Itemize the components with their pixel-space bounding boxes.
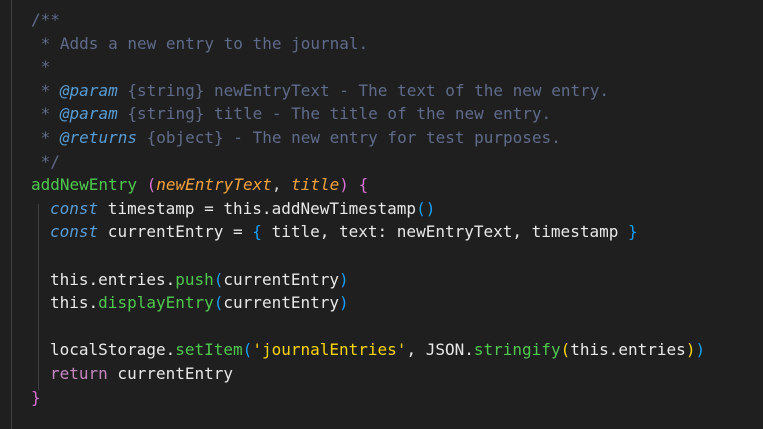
- code-token: @returns: [59, 127, 137, 147]
- code-token: ): [695, 340, 706, 360]
- code-line[interactable]: * @returns {object} - The new entry for …: [31, 126, 705, 150]
- code-line[interactable]: const currentEntry = { title, text: newE…: [31, 220, 705, 244]
- code-token: ): [339, 293, 349, 313]
- code-token: (: [242, 340, 253, 360]
- code-token: return: [50, 363, 108, 383]
- code-line[interactable]: addNewEntry (newEntryText, title) {: [31, 173, 705, 197]
- code-line[interactable]: localStorage.setItem('journalEntries', J…: [31, 338, 705, 362]
- code-line[interactable]: * @param {string} newEntryText - The tex…: [31, 79, 705, 103]
- code-token: displayEntry: [98, 293, 214, 313]
- code-token: push: [175, 269, 214, 289]
- code-line[interactable]: /**: [31, 8, 705, 32]
- code-token: (: [213, 269, 224, 289]
- code-token: * Adds a new entry to the journal.: [31, 33, 369, 53]
- code-token: *: [31, 104, 60, 124]
- code-token: title - The title of the new entry.: [204, 104, 552, 124]
- code-token: ): [685, 340, 696, 360]
- code-line[interactable]: this.entries.push(currentEntry): [31, 268, 705, 292]
- code-token: @param: [59, 104, 118, 124]
- code-token: const: [50, 222, 99, 242]
- code-token: */: [31, 151, 60, 171]
- code-token: stringify: [473, 340, 561, 360]
- code-editor[interactable]: /** * Adds a new entry to the journal. *…: [0, 0, 763, 429]
- code-line[interactable]: * @param {string} title - The title of t…: [31, 102, 705, 126]
- code-token: this.: [50, 293, 99, 313]
- code-token: localStorage.: [50, 340, 176, 360]
- code-token: (: [146, 175, 157, 195]
- code-token: newEntryText: [156, 175, 272, 195]
- code-token: {string}: [127, 104, 205, 124]
- code-line[interactable]: this.displayEntry(currentEntry): [31, 291, 705, 315]
- code-token: {string}: [127, 80, 205, 100]
- code-line[interactable]: [31, 244, 705, 268]
- code-line[interactable]: *: [31, 55, 705, 79]
- code-token: - The new entry for test purposes.: [223, 127, 561, 147]
- code-token: const: [50, 198, 99, 218]
- code-token: title, text: newEntryText, timestamp: [261, 222, 628, 242]
- code-token: *: [31, 127, 60, 147]
- code-line[interactable]: }: [31, 386, 705, 410]
- code-token: addNewEntry: [31, 175, 137, 195]
- code-line[interactable]: return currentEntry: [31, 362, 705, 386]
- indent-guide: [11, 0, 12, 429]
- code-line[interactable]: [31, 315, 705, 339]
- code-token: this.entries.: [50, 269, 176, 289]
- code-token: 'journalEntries': [252, 340, 407, 360]
- code-token: newEntryText - The text of the new entry…: [204, 80, 609, 100]
- code-token: title: [291, 175, 340, 195]
- code-token: setItem: [175, 340, 243, 360]
- code-token: currentEntry =: [98, 222, 253, 242]
- code-token: }: [627, 222, 638, 242]
- code-line[interactable]: * Adds a new entry to the journal.: [31, 32, 705, 56]
- code-token: ,: [271, 175, 292, 195]
- code-token: }: [31, 387, 41, 407]
- code-token: {: [358, 175, 369, 195]
- code-line[interactable]: */: [31, 150, 705, 174]
- code-token: currentEntry: [223, 293, 339, 313]
- code-token: currentEntry: [223, 269, 339, 289]
- code-token: /**: [31, 10, 60, 29]
- code-token: (): [416, 198, 436, 218]
- code-token: ): [339, 175, 349, 195]
- code-token: currentEntry: [107, 363, 234, 383]
- code-token: {: [252, 222, 262, 242]
- code-token: (: [213, 293, 224, 313]
- code-token: , JSON.: [406, 340, 474, 360]
- code-token: *: [31, 57, 51, 77]
- code-token: @param: [59, 80, 118, 100]
- code-token: (: [560, 340, 571, 360]
- code-token: this.entries: [570, 340, 686, 360]
- code-token: *: [31, 80, 60, 100]
- code-token: ): [339, 269, 349, 289]
- code-content[interactable]: /** * Adds a new entry to the journal. *…: [31, 8, 705, 409]
- code-token: {object}: [146, 127, 224, 147]
- code-token: timestamp = this.addNewTimestamp: [98, 198, 417, 218]
- code-line[interactable]: const timestamp = this.addNewTimestamp(): [31, 197, 705, 221]
